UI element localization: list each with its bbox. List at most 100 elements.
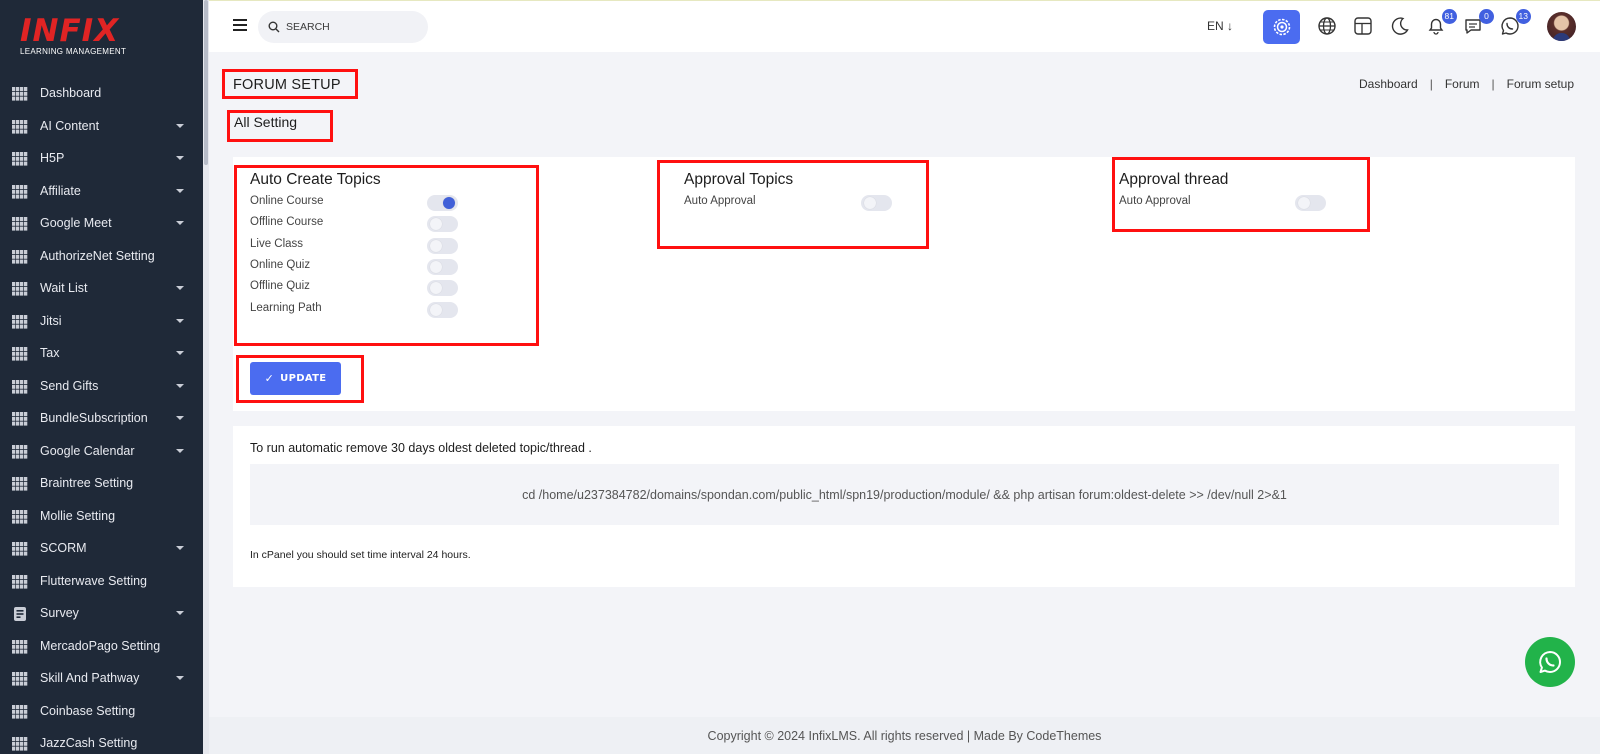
whatsapp-chat-icon[interactable]: 13: [1499, 9, 1531, 39]
settings-button[interactable]: [1263, 10, 1300, 44]
breadcrumb-forum-setup[interactable]: Forum setup: [1507, 77, 1574, 91]
sidebar-item-affiliate[interactable]: Affiliate: [0, 175, 203, 208]
search-box[interactable]: [258, 11, 428, 43]
sidebar-item-bundlesubscription[interactable]: BundleSubscription: [0, 402, 203, 435]
grid-icon: [12, 704, 28, 719]
auto-create-option-toggle[interactable]: [427, 195, 458, 211]
language-label: EN: [1207, 19, 1224, 33]
sidebar-item-label: AI Content: [40, 118, 100, 133]
section-title: All Setting: [234, 114, 298, 130]
sidebar-item-authorizenet-setting[interactable]: AuthorizeNet Setting: [0, 240, 203, 273]
sidebar-item-label: Survey: [40, 606, 79, 621]
caret-down-icon: [176, 351, 184, 355]
notification-bell-icon[interactable]: 81: [1425, 9, 1457, 39]
sidebar-item-google-meet[interactable]: Google Meet: [0, 207, 203, 240]
sidebar-item-coinbase-setting[interactable]: Coinbase Setting: [0, 695, 203, 728]
sidebar-item-skill-and-pathway[interactable]: Skill And Pathway: [0, 662, 203, 695]
caret-down-icon: [176, 156, 184, 160]
grid-icon: [12, 411, 28, 426]
grid-icon: [12, 86, 28, 101]
sidebar-item-label: JazzCash Setting: [40, 736, 138, 751]
scrollbar-thumb[interactable]: [204, 0, 208, 165]
menu-toggle-icon[interactable]: [233, 19, 247, 31]
grid-icon: [12, 216, 28, 231]
sidebar-item-send-gifts[interactable]: Send Gifts: [0, 370, 203, 403]
sidebar-item-label: AuthorizeNet Setting: [40, 248, 155, 263]
caret-down-icon: [176, 611, 184, 615]
grid-icon: [12, 379, 28, 394]
approval-thread-auto-approval-toggle[interactable]: [1295, 195, 1326, 211]
sidebar-item-label: Affiliate: [40, 183, 81, 198]
sidebar-item-label: Flutterwave Setting: [40, 573, 147, 588]
sidebar-nav: Dashboard AI Content H5P Affiliate Google Me…: [0, 77, 203, 754]
avatar[interactable]: [1547, 12, 1576, 41]
approval-topics-auto-approval-toggle[interactable]: [861, 195, 892, 211]
sidebar-item-scorm[interactable]: SCORM: [0, 532, 203, 565]
auto-create-option-toggle[interactable]: [427, 258, 458, 275]
top-bar: EN ↓ 81 0 13: [209, 0, 1600, 52]
grid-icon: [12, 541, 28, 556]
auto-create-option-label: Offline Course: [250, 216, 324, 229]
sidebar-item-jitsi[interactable]: Jitsi: [0, 305, 203, 338]
sidebar-item-ai-content[interactable]: AI Content: [0, 110, 203, 143]
breadcrumb-dashboard[interactable]: Dashboard: [1359, 77, 1418, 91]
sidebar-item-wait-list[interactable]: Wait List: [0, 272, 203, 305]
sidebar-item-flutterwave-setting[interactable]: Flutterwave Setting: [0, 565, 203, 598]
grid-icon: [12, 671, 28, 686]
search-input[interactable]: [286, 21, 416, 33]
approval-thread-auto-approval-label: Auto Approval: [1119, 195, 1191, 207]
sidebar-item-jazzcash-setting[interactable]: JazzCash Setting: [0, 727, 203, 754]
check-icon: ✓: [264, 372, 275, 385]
sidebar-item-dashboard[interactable]: Dashboard: [0, 77, 203, 110]
cron-command-box[interactable]: cd /home/u237384782/domains/spondan.com/…: [250, 464, 1559, 525]
sidebar-item-label: SCORM: [40, 541, 87, 556]
message-badge: 0: [1479, 9, 1494, 24]
sidebar-item-google-calendar[interactable]: Google Calendar: [0, 435, 203, 468]
sidebar-item-label: H5P: [40, 151, 65, 166]
update-button[interactable]: ✓ UPDATE: [250, 362, 341, 395]
sidebar-item-label: Google Meet: [40, 216, 112, 231]
auto-create-option-toggle[interactable]: [427, 301, 458, 318]
caret-down-icon: [176, 416, 184, 420]
notification-badge: 81: [1441, 9, 1457, 24]
caret-down-icon: [176, 676, 184, 680]
auto-create-option-label: Live Class: [250, 237, 304, 250]
auto-create-option-toggle[interactable]: [427, 237, 458, 254]
breadcrumb-forum[interactable]: Forum: [1445, 77, 1480, 91]
cron-info-text: To run automatic remove 30 days oldest d…: [250, 441, 592, 455]
auto-create-option-toggle[interactable]: [427, 216, 458, 233]
auto-create-option-toggle[interactable]: [427, 280, 458, 297]
whatsapp-float-button[interactable]: [1525, 637, 1575, 687]
sidebar-item-survey[interactable]: Survey: [0, 597, 203, 630]
sidebar-item-braintree-setting[interactable]: Braintree Setting: [0, 467, 203, 500]
sidebar-item-label: Braintree Setting: [40, 476, 134, 491]
grid-icon: [12, 249, 28, 264]
cron-info-card: To run automatic remove 30 days oldest d…: [233, 426, 1575, 587]
sidebar-item-mollie-setting[interactable]: Mollie Setting: [0, 500, 203, 533]
language-selector[interactable]: EN ↓: [1207, 19, 1233, 33]
cron-command: cd /home/u237384782/domains/spondan.com/…: [522, 487, 1287, 502]
sidebar-item-tax[interactable]: Tax: [0, 337, 203, 370]
grid-icon: [12, 314, 28, 329]
auto-create-option-label: Offline Quiz: [250, 280, 310, 293]
sidebar-item-label: Mollie Setting: [40, 508, 116, 523]
grid-icon: [12, 346, 28, 361]
dark-mode-icon[interactable]: [1389, 15, 1413, 39]
sidebar-item-label: Skill And Pathway: [40, 671, 140, 686]
approval-topics-auto-approval-label: Auto Approval: [684, 195, 756, 207]
sidebar-item-label: Coinbase Setting: [40, 703, 136, 718]
auto-create-option-label: Online Quiz: [250, 258, 311, 271]
logo[interactable]: INFIX LEARNING MANAGEMENT: [20, 14, 126, 56]
layout-icon[interactable]: [1352, 15, 1376, 39]
approval-thread-title: Approval thread: [1119, 171, 1229, 188]
globe-icon[interactable]: [1316, 15, 1340, 39]
sidebar-item-mercadopago-setting[interactable]: MercadoPago Setting: [0, 630, 203, 663]
auto-create-option-label: Learning Path: [250, 301, 322, 314]
sidebar-scrollbar[interactable]: [203, 0, 209, 754]
breadcrumb: Dashboard | Forum | Forum setup: [1359, 77, 1574, 91]
sidebar-item-label: Google Calendar: [40, 443, 135, 458]
message-icon[interactable]: 0: [1462, 9, 1494, 39]
sidebar-item-label: MercadoPago Setting: [40, 638, 161, 653]
sidebar-item-h5p[interactable]: H5P: [0, 142, 203, 175]
grid-icon: [12, 574, 28, 589]
